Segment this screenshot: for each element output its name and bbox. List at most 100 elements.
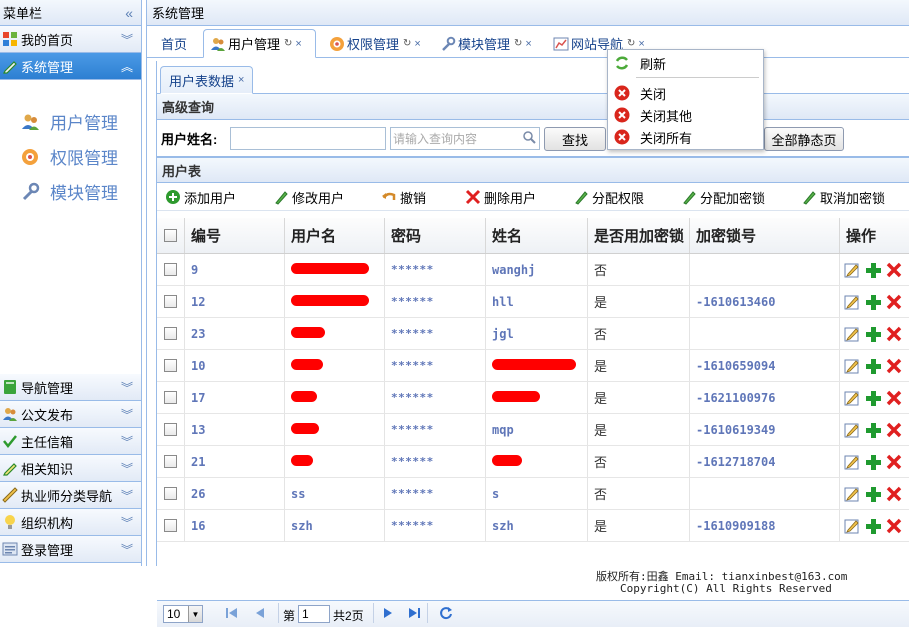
- tab-user-management[interactable]: 用户管理 ↻ ×: [203, 29, 316, 58]
- delete-icon[interactable]: [886, 358, 902, 374]
- sidebar-item-practitioner-nav[interactable]: 执业师分类导航 ︾: [0, 482, 141, 509]
- refresh-icon[interactable]: [439, 606, 453, 623]
- refresh-icon[interactable]: ↻: [403, 38, 411, 49]
- edit-icon[interactable]: [844, 358, 860, 374]
- menu-item-close-all[interactable]: 关闭所有: [608, 127, 763, 147]
- add-icon[interactable]: [865, 262, 881, 278]
- row-checkbox[interactable]: [164, 423, 177, 436]
- last-page-icon[interactable]: [407, 606, 421, 623]
- close-icon[interactable]: ×: [295, 38, 301, 50]
- delete-icon[interactable]: [886, 390, 902, 406]
- table-row[interactable]: 13 ****** mqp 是 -1610619349: [157, 414, 909, 446]
- delete-user-button[interactable]: 删除用户: [465, 183, 536, 211]
- row-checkbox[interactable]: [164, 487, 177, 500]
- tab-module-management[interactable]: 模块管理 ↻ ×: [434, 29, 538, 58]
- row-checkbox-cell[interactable]: [157, 414, 185, 445]
- select-all-checkbox[interactable]: [157, 218, 185, 253]
- row-checkbox-cell[interactable]: [157, 478, 185, 509]
- sidebar-link-module-management[interactable]: 模块管理: [0, 174, 141, 209]
- static-pages-button[interactable]: 全部静态页: [764, 127, 844, 151]
- edit-icon[interactable]: [844, 518, 860, 534]
- row-checkbox-cell[interactable]: [157, 382, 185, 413]
- close-icon[interactable]: ×: [238, 74, 244, 86]
- add-icon[interactable]: [865, 390, 881, 406]
- tab-home[interactable]: 首页: [155, 29, 193, 58]
- assign-permission-button[interactable]: 分配权限: [573, 183, 644, 211]
- search-input[interactable]: 请输入查询内容: [390, 127, 540, 150]
- row-checkbox[interactable]: [164, 391, 177, 404]
- close-icon[interactable]: ×: [525, 38, 531, 50]
- sidebar-link-permission-management[interactable]: 权限管理: [0, 139, 141, 174]
- page-number-input[interactable]: 1: [298, 605, 330, 623]
- delete-icon[interactable]: [886, 326, 902, 342]
- search-button[interactable]: 查找: [544, 127, 606, 151]
- column-header-username[interactable]: 用户名: [285, 218, 385, 253]
- menu-item-refresh[interactable]: 刷新: [608, 53, 763, 73]
- row-checkbox-cell[interactable]: [157, 350, 185, 381]
- edit-icon[interactable]: [844, 294, 860, 310]
- add-icon[interactable]: [865, 326, 881, 342]
- delete-icon[interactable]: [886, 262, 902, 278]
- edit-user-button[interactable]: 修改用户: [273, 183, 344, 211]
- column-header-id[interactable]: 编号: [185, 218, 285, 253]
- edit-icon[interactable]: [844, 390, 860, 406]
- row-checkbox[interactable]: [164, 519, 177, 532]
- sidebar-item-home[interactable]: 我的首页 ︾: [0, 26, 141, 53]
- sidebar-item-document-publish[interactable]: 公文发布 ︾: [0, 401, 141, 428]
- table-row[interactable]: 12 ****** hll 是 -1610613460: [157, 286, 909, 318]
- add-user-button[interactable]: 添加用户: [165, 183, 236, 211]
- refresh-icon[interactable]: ↻: [627, 38, 635, 49]
- sidebar-item-system[interactable]: 系统管理 ︽: [0, 53, 141, 80]
- add-icon[interactable]: [865, 294, 881, 310]
- close-icon[interactable]: ×: [414, 38, 420, 50]
- sidebar-item-related-knowledge[interactable]: 相关知识 ︾: [0, 455, 141, 482]
- cancel-lock-button[interactable]: 取消加密锁: [801, 183, 885, 211]
- checkbox[interactable]: [164, 229, 177, 242]
- table-row[interactable]: 26 ss ****** s 否: [157, 478, 909, 510]
- table-row[interactable]: 17 ****** 是 -1621100976: [157, 382, 909, 414]
- row-checkbox[interactable]: [164, 295, 177, 308]
- table-row[interactable]: 23 ****** jgl 否: [157, 318, 909, 350]
- row-checkbox-cell[interactable]: [157, 318, 185, 349]
- menu-item-close-others[interactable]: 关闭其他: [608, 105, 763, 125]
- row-checkbox-cell[interactable]: [157, 446, 185, 477]
- sidebar-item-director-mailbox[interactable]: 主任信箱 ︾: [0, 428, 141, 455]
- add-icon[interactable]: [865, 518, 881, 534]
- edit-icon[interactable]: [844, 326, 860, 342]
- table-row[interactable]: 9 ****** wanghj 否: [157, 254, 909, 286]
- delete-icon[interactable]: [886, 294, 902, 310]
- add-icon[interactable]: [865, 486, 881, 502]
- edit-icon[interactable]: [844, 454, 860, 470]
- table-row[interactable]: 21 ****** 否 -1612718704: [157, 446, 909, 478]
- add-icon[interactable]: [865, 358, 881, 374]
- row-checkbox-cell[interactable]: [157, 510, 185, 541]
- undo-button[interactable]: 撤销: [381, 183, 426, 211]
- row-checkbox-cell[interactable]: [157, 286, 185, 317]
- row-checkbox[interactable]: [164, 263, 177, 276]
- sidebar-item-organization[interactable]: 组织机构 ︾: [0, 509, 141, 536]
- row-checkbox[interactable]: [164, 455, 177, 468]
- menu-item-close[interactable]: 关闭: [608, 83, 763, 103]
- tab-permission-management[interactable]: 权限管理 ↻ ×: [323, 29, 427, 58]
- page-size-select[interactable]: 10 ▼: [163, 605, 203, 623]
- assign-lock-button[interactable]: 分配加密锁: [681, 183, 765, 211]
- collapse-icon[interactable]: «: [125, 5, 133, 21]
- sidebar-item-login-management[interactable]: 登录管理 ︾: [0, 536, 141, 563]
- table-row[interactable]: 10 ****** 是 -1610659094: [157, 350, 909, 382]
- row-checkbox[interactable]: [164, 359, 177, 372]
- first-page-icon[interactable]: [225, 606, 239, 623]
- tab-user-table-data[interactable]: 用户表数据 ×: [160, 66, 254, 94]
- row-checkbox-cell[interactable]: [157, 254, 185, 285]
- column-header-uses-lock[interactable]: 是否用加密锁: [588, 218, 690, 253]
- add-icon[interactable]: [865, 454, 881, 470]
- sidebar-item-navigation[interactable]: 导航管理 ︾: [0, 374, 141, 401]
- edit-icon[interactable]: [844, 422, 860, 438]
- username-input[interactable]: [230, 127, 386, 150]
- next-page-icon[interactable]: [381, 606, 395, 623]
- delete-icon[interactable]: [886, 486, 902, 502]
- refresh-icon[interactable]: ↻: [514, 38, 522, 49]
- refresh-icon[interactable]: ↻: [284, 38, 292, 49]
- prev-page-icon[interactable]: [253, 606, 267, 623]
- column-header-lock-number[interactable]: 加密锁号: [690, 218, 840, 253]
- column-header-name[interactable]: 姓名: [486, 218, 588, 253]
